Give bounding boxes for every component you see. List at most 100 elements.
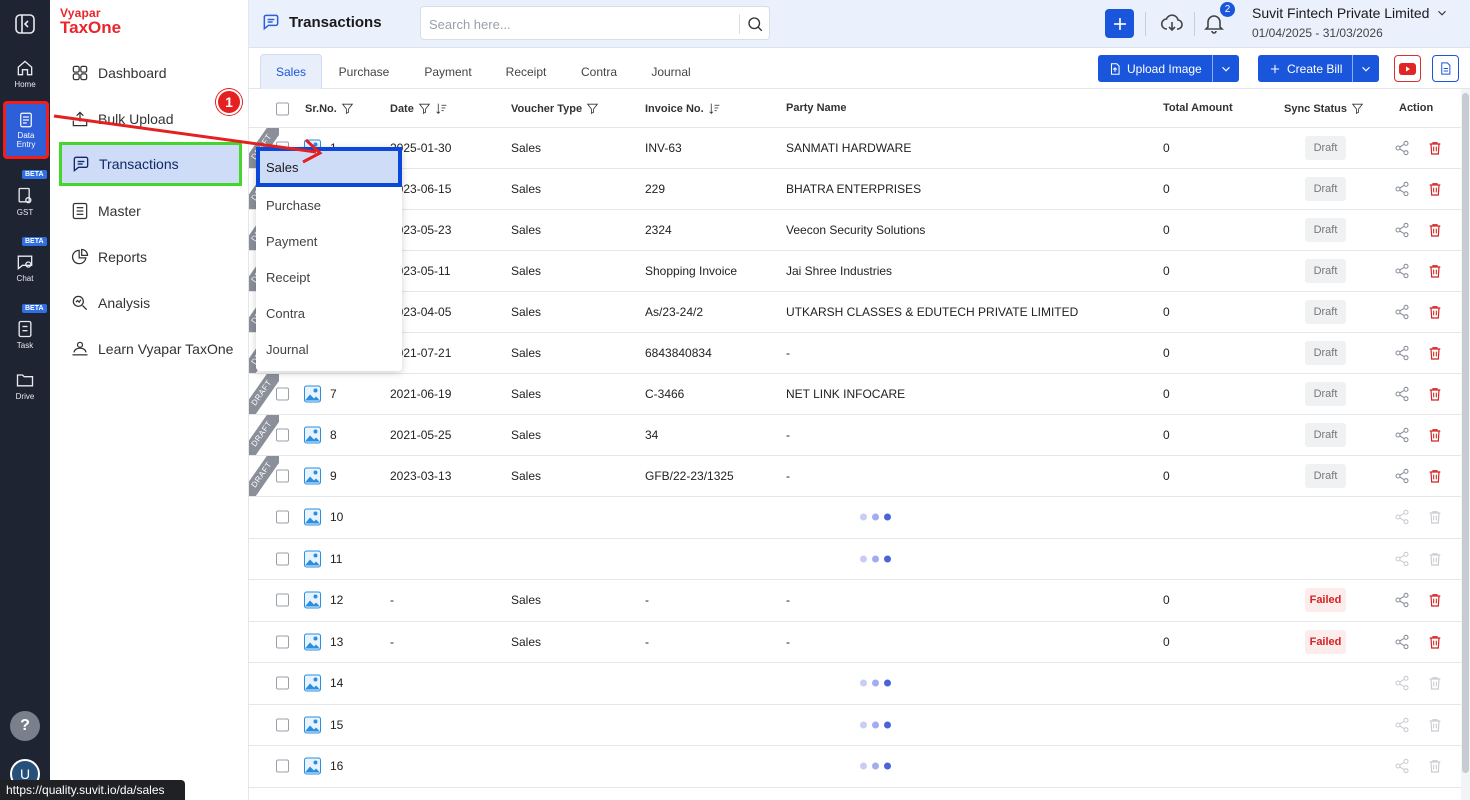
delete-icon[interactable] (1427, 468, 1443, 484)
image-preview-icon[interactable] (304, 426, 321, 444)
share-icon[interactable] (1394, 304, 1410, 320)
share-icon[interactable] (1394, 263, 1410, 279)
sort-icon[interactable] (708, 102, 721, 115)
share-icon[interactable] (1394, 140, 1410, 156)
submenu-item-payment[interactable]: Payment (256, 223, 402, 259)
delete-icon[interactable] (1427, 717, 1443, 733)
share-icon[interactable] (1394, 634, 1410, 650)
submenu-item-journal[interactable]: Journal (256, 331, 402, 367)
row-checkbox[interactable] (276, 387, 289, 401)
tab-purchase[interactable]: Purchase (329, 54, 399, 89)
row-checkbox[interactable] (276, 593, 289, 607)
sidebar-item-bulk-upload[interactable]: Bulk Upload (60, 99, 240, 139)
delete-icon[interactable] (1427, 386, 1443, 402)
rail-gst[interactable]: GST (0, 186, 50, 217)
share-icon[interactable] (1394, 345, 1410, 361)
scrollbar-thumb[interactable] (1462, 93, 1469, 773)
sidebar-item-dashboard[interactable]: Dashboard (60, 53, 240, 93)
table-row[interactable]: 13 - Sales - - 0 Failed (249, 622, 1461, 663)
rail-data-entry[interactable]: Data Entry (3, 101, 49, 159)
image-preview-icon[interactable] (304, 716, 321, 734)
rail-home[interactable]: Home (0, 58, 50, 89)
upload-image-button[interactable]: Upload Image (1098, 55, 1212, 82)
submenu-item-sales[interactable]: Sales (256, 147, 402, 187)
delete-icon[interactable] (1427, 634, 1443, 650)
table-row[interactable]: DRAFT32023-05-23Sales2324Veecon Security… (249, 210, 1461, 251)
share-icon[interactable] (1394, 592, 1410, 608)
delete-icon[interactable] (1427, 675, 1443, 691)
image-preview-icon[interactable] (304, 674, 321, 692)
sidebar-item-reports[interactable]: Reports (60, 237, 240, 277)
add-new-button[interactable] (1105, 9, 1134, 38)
row-checkbox[interactable] (276, 510, 289, 524)
company-selector[interactable]: Suvit Fintech Private Limited 01/04/2025… (1252, 5, 1449, 40)
table-row[interactable]: 12 - Sales - - 0 Failed (249, 580, 1461, 622)
row-checkbox[interactable] (276, 718, 289, 732)
download-button[interactable] (1160, 11, 1184, 35)
table-row[interactable]: DRAFT62021-07-21Sales6843840834-0Draft (249, 333, 1461, 374)
table-row[interactable]: DRAFT22023-06-15Sales229BHATRA ENTERPRIS… (249, 169, 1461, 210)
row-checkbox[interactable] (276, 759, 289, 773)
table-row[interactable]: DRAFT 8 2021-05-25 Sales 34 - 0 Draft (249, 415, 1461, 456)
vertical-scrollbar[interactable] (1461, 89, 1470, 800)
table-row[interactable]: DRAFT 9 2023-03-13 Sales GFB/22-23/1325 - 0 Dra… (249, 456, 1461, 497)
filter-icon[interactable] (1351, 102, 1364, 115)
image-preview-icon[interactable] (304, 591, 321, 609)
sidebar-item-transactions[interactable]: Transactions (59, 142, 242, 186)
tab-payment[interactable]: Payment (415, 54, 481, 89)
youtube-button[interactable] (1394, 55, 1421, 82)
search-icon[interactable] (746, 15, 764, 33)
rail-chat[interactable]: Chat (0, 252, 50, 283)
table-row[interactable]: 10 (249, 497, 1461, 539)
image-preview-icon[interactable] (304, 508, 321, 526)
delete-icon[interactable] (1427, 181, 1443, 197)
select-all-checkbox[interactable] (276, 102, 289, 116)
submenu-item-receipt[interactable]: Receipt (256, 259, 402, 295)
collapse-sidebar-button[interactable] (0, 0, 50, 48)
rail-drive[interactable]: Drive (0, 370, 50, 401)
delete-icon[interactable] (1427, 222, 1443, 238)
table-row[interactable]: DRAFT42023-05-11SalesShopping InvoiceJai… (249, 251, 1461, 292)
sidebar-item-analysis[interactable]: Analysis (60, 283, 240, 323)
row-checkbox[interactable] (276, 635, 289, 649)
share-icon[interactable] (1394, 181, 1410, 197)
sidebar-item-learn[interactable]: Learn Vyapar TaxOne (60, 329, 240, 369)
submenu-item-contra[interactable]: Contra (256, 295, 402, 331)
delete-icon[interactable] (1427, 509, 1443, 525)
share-icon[interactable] (1394, 427, 1410, 443)
upload-image-dropdown[interactable] (1211, 55, 1239, 82)
table-row[interactable]: 15 (249, 705, 1461, 746)
delete-icon[interactable] (1427, 304, 1443, 320)
tab-journal[interactable]: Journal (642, 54, 700, 89)
search-input[interactable] (429, 14, 729, 34)
rail-task[interactable]: Task (0, 319, 50, 350)
delete-icon[interactable] (1427, 551, 1443, 567)
help-button[interactable]: ? (10, 711, 40, 741)
delete-icon[interactable] (1427, 345, 1443, 361)
image-preview-icon[interactable] (304, 467, 321, 485)
delete-icon[interactable] (1427, 263, 1443, 279)
row-checkbox[interactable] (276, 676, 289, 690)
create-bill-dropdown[interactable] (1352, 55, 1380, 82)
delete-icon[interactable] (1427, 592, 1443, 608)
table-row[interactable]: DRAFT12025-01-30SalesINV-63SANMATI HARDW… (249, 128, 1461, 169)
sidebar-item-master[interactable]: Master (60, 191, 240, 231)
table-row[interactable]: DRAFT52023-04-05SalesAs/23-24/2UTKARSH C… (249, 292, 1461, 333)
table-row[interactable]: DRAFT 7 2021-06-19 Sales C-3466 NET LINK INFO… (249, 374, 1461, 415)
row-checkbox[interactable] (276, 469, 289, 483)
image-preview-icon[interactable] (304, 385, 321, 403)
create-bill-button[interactable]: Create Bill (1258, 55, 1353, 82)
row-checkbox[interactable] (276, 428, 289, 442)
table-row[interactable]: 14 (249, 663, 1461, 705)
row-checkbox[interactable] (276, 552, 289, 566)
image-preview-icon[interactable] (304, 550, 321, 568)
share-icon[interactable] (1394, 675, 1410, 691)
filter-icon[interactable] (418, 102, 431, 115)
sort-icon[interactable] (435, 102, 448, 115)
delete-icon[interactable] (1427, 758, 1443, 774)
share-icon[interactable] (1394, 509, 1410, 525)
share-icon[interactable] (1394, 386, 1410, 402)
filter-icon[interactable] (586, 102, 599, 115)
table-row[interactable]: 11 (249, 539, 1461, 580)
delete-icon[interactable] (1427, 140, 1443, 156)
